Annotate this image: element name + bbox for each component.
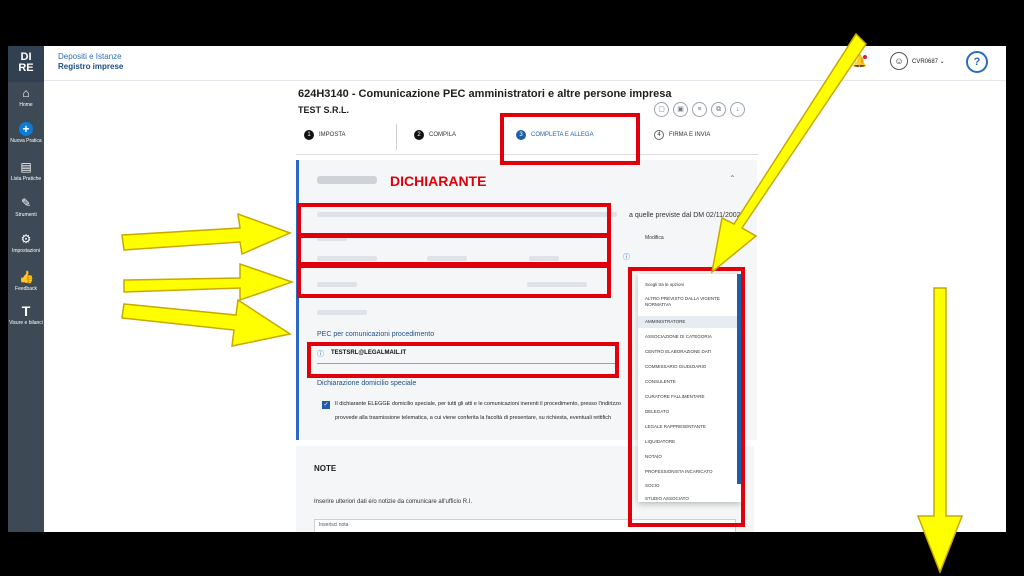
annotation-arrows bbox=[121, 32, 964, 575]
arrow-left-1 bbox=[121, 212, 293, 256]
arrow-left-3 bbox=[121, 298, 292, 347]
arrow-left-2 bbox=[123, 262, 295, 302]
arrow-down bbox=[916, 287, 964, 575]
arrow-diagonal bbox=[710, 32, 867, 274]
